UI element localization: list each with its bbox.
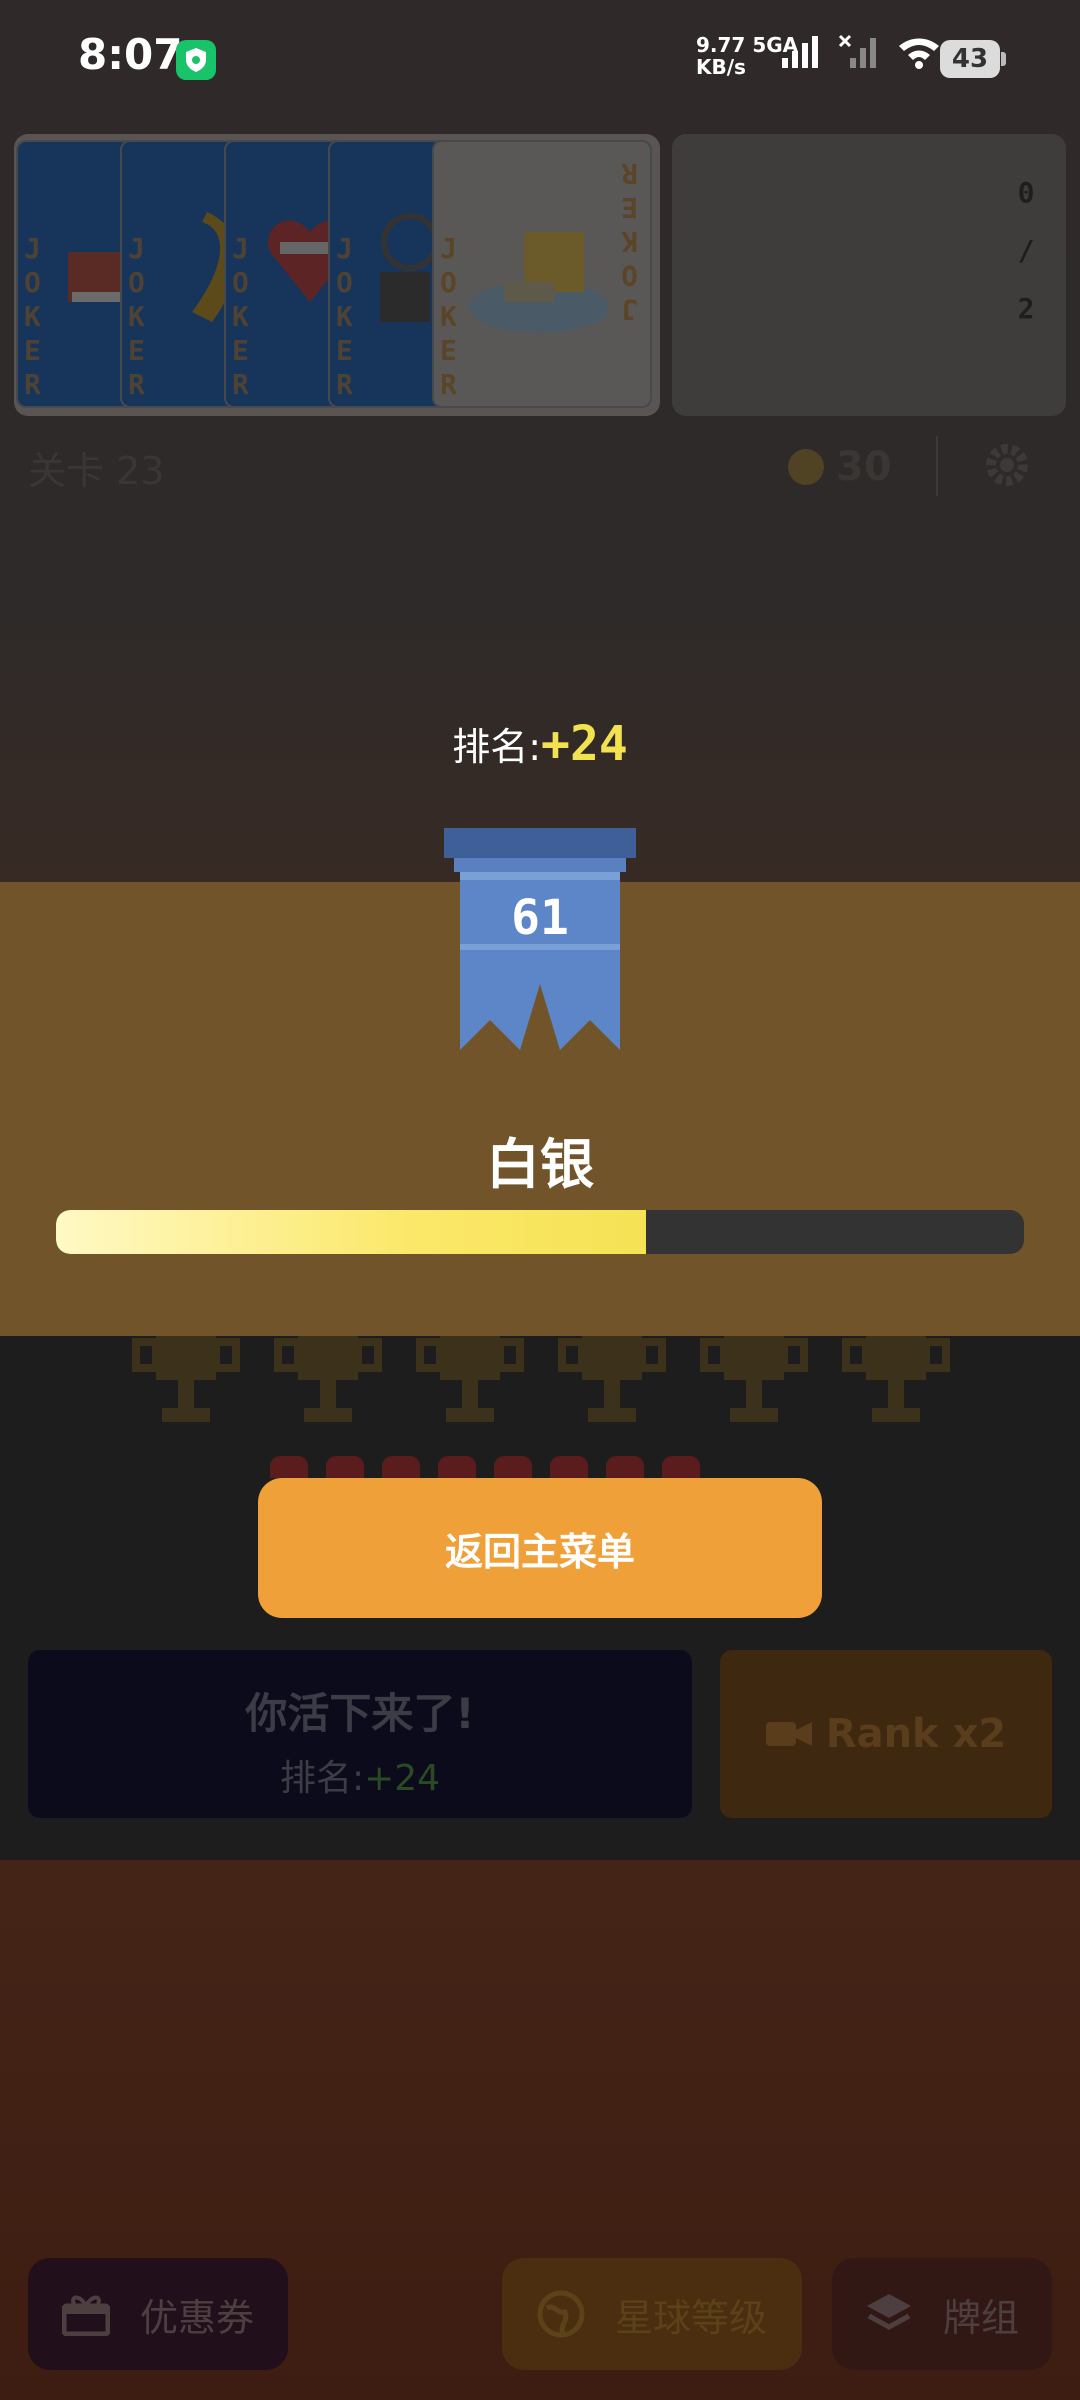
signal-icons [780, 34, 942, 70]
coin-counter: 30 [788, 444, 892, 490]
joker-card-butter[interactable]: JOKER JOKER [432, 140, 652, 408]
coupon-button[interactable]: 优惠券 [28, 2258, 288, 2370]
video-camera-icon [765, 1722, 812, 1746]
clock: 8:07 [78, 30, 183, 79]
status-bar: 8:07 9.77 5GA KB/s 43 [0, 0, 1080, 120]
level-bar: 关卡 23 30 [28, 436, 1058, 496]
coin-value: 30 [836, 444, 892, 490]
heart-icon [326, 1456, 364, 1478]
joker-label: JOKER [336, 232, 353, 401]
hearts-row [270, 1456, 700, 1478]
coin-icon [788, 449, 824, 485]
heart-icon [270, 1456, 308, 1478]
heart-icon [494, 1456, 532, 1478]
trophy-row [130, 1336, 952, 1432]
survived-title: 你活下来了! [245, 1689, 475, 1738]
joker-label: JOKER [232, 232, 249, 401]
signal-icon [782, 36, 818, 68]
joker-label: JOKER [440, 232, 457, 401]
signal-no-service-icon [838, 34, 876, 68]
joker-label-rotated: JOKER [621, 157, 638, 326]
rank-x2-button[interactable]: Rank x2 [720, 1650, 1052, 1818]
joker-slot-tray: 0/2 [672, 134, 1066, 416]
joker-label: JOKER [24, 232, 41, 401]
trophy-icon [416, 1336, 524, 1422]
survived-rank-label: 排名: [279, 1758, 365, 1799]
heart-icon [550, 1456, 588, 1478]
divider [936, 436, 938, 496]
return-main-menu-button[interactable]: 返回主菜单 [258, 1478, 822, 1618]
heart-icon [438, 1456, 476, 1478]
coupon-label: 优惠券 [139, 2295, 254, 2340]
trophy-icon [274, 1336, 382, 1422]
joker-label: JOKER [128, 232, 145, 401]
rank-plus: +24 [541, 716, 628, 772]
heart-icon [382, 1456, 420, 1478]
survived-panel: 你活下来了! 排名:+24 [28, 1650, 692, 1818]
rank-badge-icon: 61 [444, 828, 636, 1050]
trophy-icon [700, 1336, 808, 1422]
gift-icon [61, 2295, 110, 2336]
joker-slot-count: 0/2 [1017, 176, 1035, 325]
trophy-icon [558, 1336, 666, 1422]
tier-name: 白银 [486, 1133, 594, 1196]
gear-icon[interactable] [982, 440, 1032, 490]
heart-icon [606, 1456, 644, 1478]
trophy-icon [842, 1336, 950, 1422]
deck-label: 牌组 [942, 2295, 1019, 2340]
planet-level-label: 星球等级 [614, 2295, 767, 2340]
rank-badge-number: 61 [511, 890, 569, 946]
rank-x2-label: Rank x2 [825, 1711, 1007, 1757]
survived-rank-plus: +24 [364, 1758, 441, 1799]
trophy-icon [132, 1336, 240, 1422]
layers-icon [866, 2294, 911, 2330]
rank-label: 排名: [452, 725, 542, 769]
level-label: 关卡 23 [28, 449, 165, 493]
planet-level-button[interactable]: 星球等级 [502, 2258, 802, 2370]
globe-icon [537, 2290, 585, 2338]
deck-button[interactable]: 牌组 [832, 2258, 1052, 2370]
rank-progress-bar [56, 1210, 1024, 1254]
security-shield-icon [176, 40, 216, 80]
survived-rank: 排名:+24 [28, 1749, 692, 1801]
heart-icon [662, 1456, 700, 1478]
rank-progress-fill [56, 1210, 647, 1254]
rank-change: 排名:+24 [0, 716, 1080, 772]
wifi-icon [899, 38, 939, 69]
battery-indicator: 43 [940, 40, 1006, 78]
